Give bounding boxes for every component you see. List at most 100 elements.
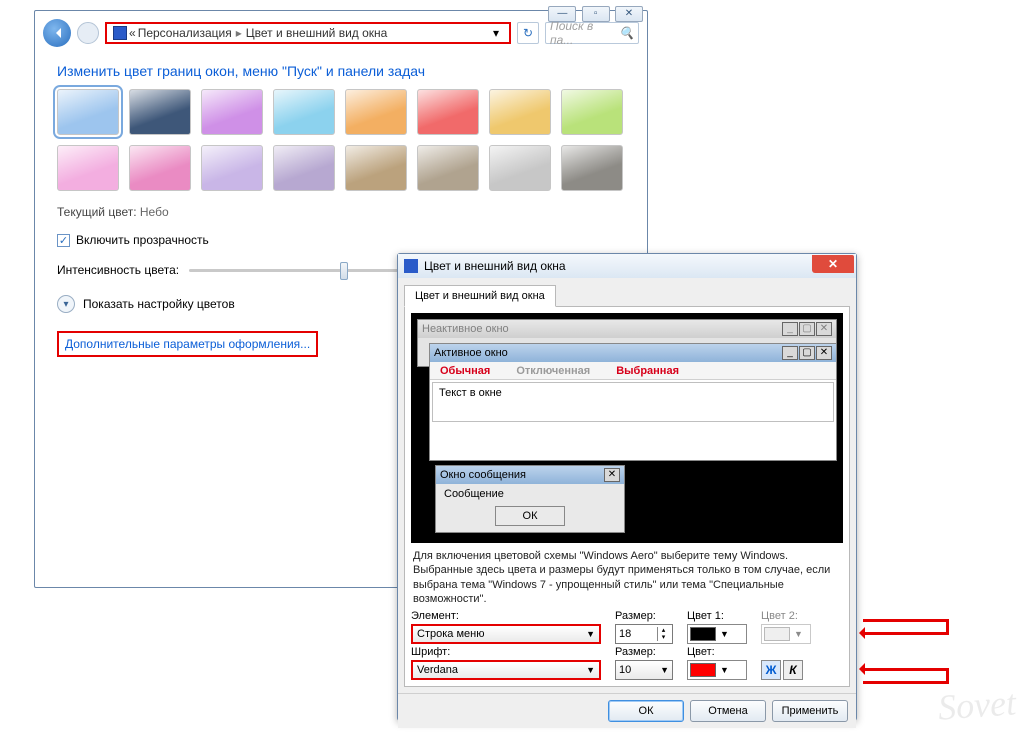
appearance-preview: Неактивное окно _▢✕ Активное окно _▢✕ Об… <box>411 313 843 543</box>
back-button[interactable] <box>43 19 71 47</box>
chevron-right-icon: ▸ <box>236 26 242 40</box>
font-color-button[interactable]: ▼ <box>687 660 747 680</box>
font-size-value: 10 <box>619 664 631 676</box>
dropdown-icon: ▼ <box>794 629 803 639</box>
annotation-arrow <box>863 681 949 684</box>
dialog-close-button[interactable]: ✕ <box>812 255 854 273</box>
color-swatch[interactable] <box>129 145 191 191</box>
tab-appearance[interactable]: Цвет и внешний вид окна <box>404 285 556 307</box>
color-swatch[interactable] <box>201 89 263 135</box>
spin-down-icon[interactable]: ▾ <box>657 634 669 641</box>
dialog-body: Неактивное окно _▢✕ Активное окно _▢✕ Об… <box>404 306 850 687</box>
preview-menu-disabled: Отключенная <box>516 365 590 377</box>
breadcrumb-dropdown-icon[interactable]: ▾ <box>489 26 503 40</box>
transparency-label: Включить прозрачность <box>76 233 209 247</box>
element-combo[interactable]: Строка меню ▼ <box>411 624 601 644</box>
transparency-checkbox[interactable]: ✓ <box>57 234 70 247</box>
color-swatch[interactable] <box>57 89 119 135</box>
annotation-arrow <box>863 632 949 635</box>
forward-button[interactable] <box>77 22 99 44</box>
close-icon: ✕ <box>816 322 832 336</box>
italic-button[interactable]: К <box>783 660 803 680</box>
transparency-row: ✓ Включить прозрачность <box>35 227 647 253</box>
search-placeholder: Поиск в па... <box>550 19 619 47</box>
color-swatch[interactable] <box>561 89 623 135</box>
show-mixer-label: Показать настройку цветов <box>83 297 235 311</box>
preview-ok-button: ОК <box>495 506 565 526</box>
color1-button[interactable]: ▼ <box>687 624 747 644</box>
aero-note: Для включения цветовой схемы "Windows Ae… <box>411 543 843 610</box>
color1-chip <box>690 627 716 641</box>
dialog-button-row: ОК Отмена Применить <box>398 693 856 728</box>
advanced-appearance-link[interactable]: Дополнительные параметры оформления... <box>57 331 318 357</box>
color-swatch[interactable] <box>273 89 335 135</box>
annotation-arrow <box>863 619 949 622</box>
dialog-titlebar: Цвет и внешний вид окна ✕ <box>398 254 856 278</box>
close-icon: ✕ <box>604 468 620 482</box>
search-input[interactable]: Поиск в па... 🔍 <box>545 22 639 44</box>
spin-up-icon[interactable]: ▴ <box>657 627 669 634</box>
current-color-label: Текущий цвет: <box>57 205 137 219</box>
min-icon: _ <box>782 322 798 336</box>
dialog-tabs: Цвет и внешний вид окна <box>398 278 856 306</box>
font-combo[interactable]: Verdana ▼ <box>411 660 601 680</box>
color-swatch-grid <box>35 83 647 197</box>
color-swatch[interactable] <box>489 89 551 135</box>
maximize-button[interactable]: ▫ <box>582 6 610 22</box>
apply-button[interactable]: Применить <box>772 700 848 722</box>
color-swatch[interactable] <box>129 89 191 135</box>
preview-active-title: Активное окно <box>434 347 508 359</box>
color-swatch[interactable] <box>489 145 551 191</box>
color-swatch[interactable] <box>201 145 263 191</box>
element-form: Элемент: Размер: Цвет 1: Цвет 2: Строка … <box>411 610 843 680</box>
label-font-color: Цвет: <box>687 646 747 658</box>
annotation-arrow <box>863 668 949 671</box>
current-color-value: Небо <box>140 205 169 219</box>
ok-button[interactable]: ОК <box>608 700 684 722</box>
font-color-chip <box>690 663 716 677</box>
max-icon: ▢ <box>799 322 815 336</box>
refresh-button[interactable]: ↻ <box>517 22 539 44</box>
color2-button: ▼ <box>761 624 811 644</box>
dropdown-icon: ▼ <box>720 665 729 675</box>
color-swatch[interactable] <box>417 89 479 135</box>
color-swatch[interactable] <box>417 145 479 191</box>
color-swatch[interactable] <box>561 145 623 191</box>
preview-menu-bar: Обычная Отключенная Выбранная <box>430 362 836 380</box>
breadcrumb-level1[interactable]: Персонализация <box>138 26 232 40</box>
control-panel-icon <box>113 26 127 40</box>
close-button[interactable]: ✕ <box>615 6 643 22</box>
refresh-icon: ↻ <box>523 26 533 40</box>
search-icon: 🔍 <box>619 26 634 40</box>
breadcrumb[interactable]: « Персонализация ▸ Цвет и внешний вид ок… <box>105 22 511 44</box>
breadcrumb-marker: « <box>129 26 136 40</box>
slider-thumb[interactable] <box>340 262 348 280</box>
cancel-button[interactable]: Отмена <box>690 700 766 722</box>
intensity-label: Интенсивность цвета: <box>57 263 179 277</box>
color-swatch[interactable] <box>345 145 407 191</box>
size-spinner[interactable]: 18 ▴▾ <box>615 624 673 644</box>
titlebar-controls: — ▫ ✕ <box>546 5 643 22</box>
font-size-combo[interactable]: 10▼ <box>615 660 673 680</box>
label-size: Размер: <box>615 610 673 622</box>
max-icon: ▢ <box>799 346 815 360</box>
label-element: Элемент: <box>411 610 601 622</box>
current-color-row: Текущий цвет: Небо <box>35 197 647 227</box>
watermark: Sovet <box>937 681 1018 728</box>
close-icon: ✕ <box>816 346 832 360</box>
color-swatch[interactable] <box>57 145 119 191</box>
preview-inactive-title: Неактивное окно <box>422 323 509 335</box>
preview-message-body: Сообщение <box>444 488 504 500</box>
preview-message-box: Окно сообщения ✕ Сообщение ОК <box>435 465 625 533</box>
bold-button[interactable]: Ж <box>761 660 781 680</box>
preview-active-window: Активное окно _▢✕ Обычная Отключенная Вы… <box>429 343 837 461</box>
font-value: Verdana <box>417 664 458 676</box>
dropdown-icon: ▼ <box>586 665 595 675</box>
minimize-button[interactable]: — <box>548 6 576 22</box>
min-icon: _ <box>782 346 798 360</box>
breadcrumb-level2[interactable]: Цвет и внешний вид окна <box>246 26 388 40</box>
color-swatch[interactable] <box>273 145 335 191</box>
element-value: Строка меню <box>417 628 484 640</box>
color-swatch[interactable] <box>345 89 407 135</box>
dropdown-icon: ▼ <box>586 629 595 639</box>
